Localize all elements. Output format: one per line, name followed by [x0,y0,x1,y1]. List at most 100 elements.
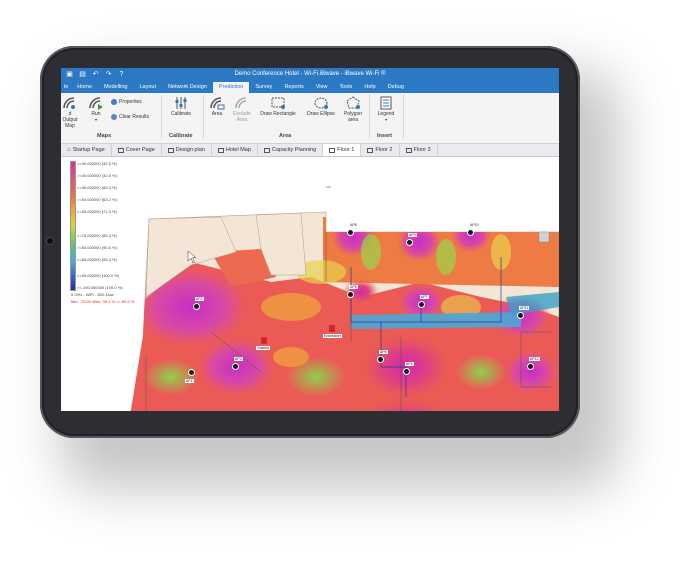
access-point-marker[interactable] [232,363,239,370]
draw-rectangle-button[interactable]: Draw Rectangle [257,96,299,117]
ap-label: AP3 [234,357,243,361]
group-label-maps: Maps [97,133,112,139]
sliders-icon [173,96,189,110]
tab-prediction[interactable]: Prediction [212,82,250,93]
polygon-area-button[interactable]: Polygon area [341,96,365,123]
legend-entry: >=40.000000 (32.5 %) [77,161,117,166]
legend-button[interactable]: Legend ▾ [373,96,399,123]
ap-label: AP1 [185,379,194,383]
app-screen: ▣ ▤ ↶ ↷ ? Demo Conference Hotel - Wi-Fi.… [61,68,559,411]
tab-network-design[interactable]: Network Design [162,82,213,93]
access-point-marker[interactable] [527,363,534,370]
access-point-marker[interactable] [193,303,200,310]
floor-icon [405,147,412,153]
ap-label: AP4 [405,362,414,366]
doc-tab-cover-page[interactable]: Cover Page [112,144,162,156]
properties-icon [111,99,117,105]
heatmap-legend: >=40.000000 (32.5 %) >=40.000000 (32.5 %… [63,161,139,309]
doc-tab-floor-2[interactable]: Floor 2 [361,144,400,156]
tab-layout[interactable]: Layout [134,82,163,93]
run-wifi-icon [88,96,104,110]
legend-entry: >=40.000000 (32.5 %) [77,173,117,178]
document-tabs: ⌂ Startup Page Cover Page Design plan Hot… [61,144,559,157]
legend-summary: Min: -75.00 dBm: 98.3 % >= 80.0 % [71,299,135,304]
doc-tab-startup-page[interactable]: ⌂ Startup Page [61,144,112,156]
legend-entry: >=80.000000 (90.5 %) [77,245,117,250]
ap-label: AP2 [195,297,204,301]
menu-bar: le Home Modelling Layout Network Design … [61,82,559,93]
ribbon-separator [203,95,204,139]
area-wifi-icon [209,96,225,110]
access-point-marker[interactable] [347,229,354,236]
ribbon-separator [369,95,370,139]
window-title: Demo Conference Hotel - Wi-Fi.iBwave - i… [234,71,386,77]
floor-plan-canvas[interactable]: AP1 AP2 AP3 AP4 AP5 AP6 AP7 AP8 AP9 AP10… [61,157,559,411]
legend-entry: >=90.000000 (100.0 %) [77,273,120,278]
access-point-marker[interactable] [347,291,354,298]
home-icon: ⌂ [67,147,71,153]
legend-entry: >=55.000000 (71.3 %) [77,209,117,214]
ellipse-icon [313,96,329,110]
access-point-marker[interactable] [403,368,410,375]
ribbon-separator [403,95,404,139]
group-label-area: Area [279,133,292,139]
tab-help[interactable]: Help [358,82,381,93]
legend-entry: >=-100.000000 (100.0 %) [77,285,123,290]
access-point-marker[interactable] [467,229,474,236]
chevron-down-icon: ▾ [94,117,97,122]
doc-tab-design-plan[interactable]: Design plan [162,144,212,156]
doc-tab-floor-1[interactable]: Floor 1 [323,144,362,156]
legend-icon [378,96,394,110]
device-marker[interactable] [261,337,267,344]
exclude-area-icon [234,96,250,110]
legend-entry: >=75.000000 (85.3 %) [77,233,117,238]
clear-icon [111,114,117,120]
tab-view[interactable]: View [310,82,334,93]
legend-entry: >=45.000000 (60.4 %) [77,185,117,190]
doc-tab-capacity-planning[interactable]: Capacity Planning [258,144,324,156]
ap-label: AP12 [529,357,540,361]
access-point-marker[interactable] [517,312,524,319]
legend-color-scale [70,161,76,291]
legend-entry: >=50.000000 (63.2 %) [77,197,117,202]
title-bar: ▣ ▤ ↶ ↷ ? Demo Conference Hotel - Wi-Fi.… [61,68,559,82]
floor-icon [367,147,374,153]
tab-file[interactable]: le [61,82,71,93]
access-point-marker[interactable] [377,356,384,363]
tab-home[interactable]: Home [71,82,98,93]
image-icon [117,147,124,153]
rectangle-icon [270,96,286,110]
wifi-signal-icon [62,96,78,110]
area-button[interactable]: Area [207,96,227,117]
tab-survey[interactable]: Survey [249,82,278,93]
plan-icon [167,147,174,153]
legend-band: 5 GHz - WiFi - 802.11ac [71,292,114,297]
doc-tab-floor-3[interactable]: Floor 3 [400,144,438,156]
output-map-button[interactable]: d Output Map [61,96,79,129]
draw-ellipse-button[interactable]: Draw Ellipse [303,96,339,117]
properties-button[interactable]: Properties [111,99,142,105]
device-marker[interactable] [329,325,335,332]
ap-label: AP8 [349,223,358,227]
clear-results-button[interactable]: Clear Results [111,114,149,120]
calibrate-button[interactable]: Calibrate [167,96,195,117]
tab-debug[interactable]: Debug [382,82,410,93]
access-point-marker[interactable] [406,239,413,246]
ap-label: AP5 [349,285,358,289]
ap-label: AP7 [420,295,429,299]
run-button[interactable]: Run ▾ [87,96,105,123]
group-label-calibrate: Calibrate [169,133,193,139]
ap-label: AP10 [469,223,480,227]
image-icon [217,147,224,153]
access-point-marker[interactable] [418,301,425,308]
tab-tools[interactable]: Tools [334,82,359,93]
doc-tab-hotel-map[interactable]: Hotel Map [212,144,258,156]
access-point-marker[interactable] [188,369,195,376]
room-label: Gazebo [256,346,271,350]
tab-modelling[interactable]: Modelling [98,82,134,93]
ap-label: AP11 [519,306,530,310]
polygon-icon [345,96,361,110]
exclude-area-button[interactable]: Exclude Area [231,96,253,123]
tab-reports[interactable]: Reports [278,82,309,93]
tablet-camera [47,238,53,244]
